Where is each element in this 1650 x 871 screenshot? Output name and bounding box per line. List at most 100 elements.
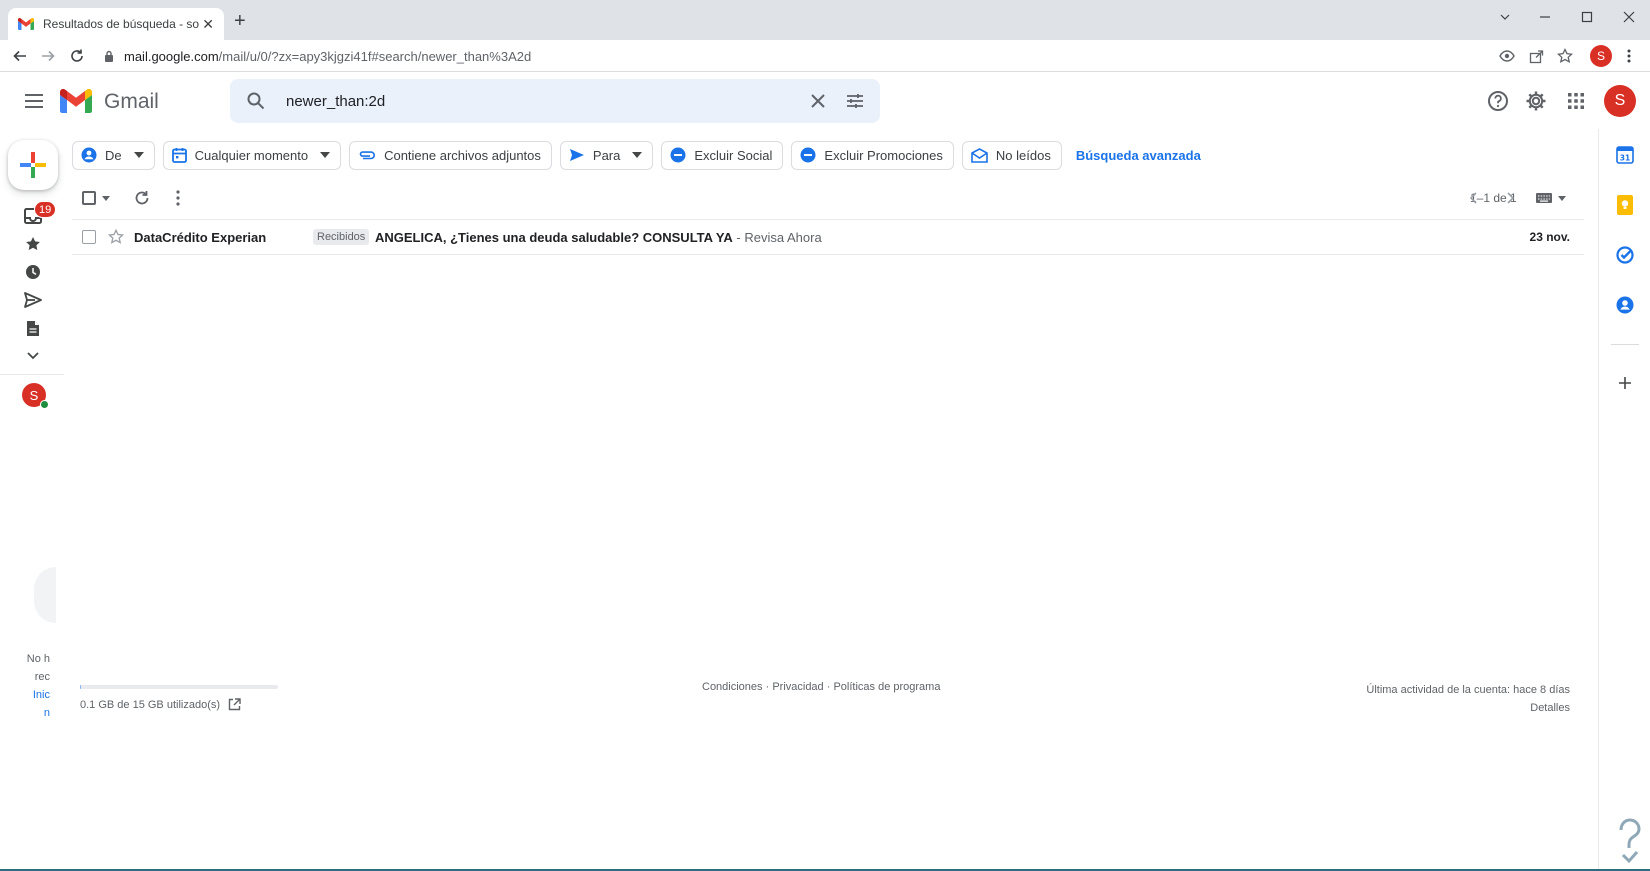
draft-icon[interactable] xyxy=(22,317,44,339)
chat-empty-text-2: rec xyxy=(34,671,50,683)
chip-has-attachment[interactable]: Contiene archivos adjuntos xyxy=(349,140,552,170)
email-label-badge[interactable]: Recibidos xyxy=(313,229,370,245)
chevron-down-icon[interactable] xyxy=(22,345,44,367)
apps-grid-icon[interactable] xyxy=(1564,89,1588,113)
side-panel: 31 xyxy=(1598,129,1650,871)
reload-icon[interactable] xyxy=(65,44,89,68)
clear-search-icon[interactable] xyxy=(810,93,826,109)
account-avatar[interactable]: S xyxy=(1604,85,1636,117)
chip-exclude-promotions-label: Excluir Promociones xyxy=(824,147,943,163)
keyboard-icon[interactable] xyxy=(1536,193,1552,203)
email-row-checkbox[interactable] xyxy=(82,230,96,244)
chip-any-time-label: Cualquier momento xyxy=(194,147,309,163)
chip-unread-label: No leídos xyxy=(995,147,1051,163)
help-icon[interactable] xyxy=(1486,89,1510,113)
account-activity: Última actividad de la cuenta: hace 8 dí… xyxy=(1366,681,1570,717)
last-activity-text: Última actividad de la cuenta: hace 8 dí… xyxy=(1366,684,1570,696)
tab-close-icon[interactable]: ✕ xyxy=(202,17,214,31)
gmail-favicon-icon xyxy=(18,18,34,30)
footer-links[interactable]: Condiciones · Privacidad · Políticas de … xyxy=(702,681,940,693)
eye-icon[interactable] xyxy=(1498,47,1516,65)
watermark-logo-icon xyxy=(1619,818,1641,864)
tab-title: Resultados de búsqueda - solvetic xyxy=(43,17,199,31)
next-page-chevron-icon[interactable] xyxy=(1506,192,1514,204)
tasks-icon[interactable] xyxy=(1614,244,1636,266)
email-subject-text: ANGELICA, ¿Tienes una deuda saludable? C… xyxy=(375,229,733,245)
inbox-unread-badge: 19 xyxy=(34,201,57,218)
online-status-dot xyxy=(40,400,49,409)
external-link-icon[interactable] xyxy=(228,698,241,711)
chip-exclude-social[interactable]: Excluir Social xyxy=(661,140,784,170)
email-date: 23 nov. xyxy=(1529,230,1570,244)
search-icon[interactable] xyxy=(246,91,266,111)
input-tools-dropdown-icon[interactable] xyxy=(1558,196,1566,201)
share-icon[interactable] xyxy=(1527,47,1545,65)
email-sender: DataCrédito Experian xyxy=(134,229,267,245)
star-icon[interactable] xyxy=(22,233,44,255)
caret-down-icon xyxy=(133,152,144,158)
gmail-logo-icon[interactable] xyxy=(60,89,92,113)
chat-placeholder-illustration xyxy=(34,567,56,623)
chip-to[interactable]: Para xyxy=(559,140,654,170)
activity-details-link[interactable]: Detalles xyxy=(1366,699,1570,717)
star-outline-icon[interactable] xyxy=(108,229,124,245)
chat-empty-text-1: No h xyxy=(26,653,50,665)
compose-plus-icon xyxy=(20,152,46,178)
select-dropdown-icon[interactable] xyxy=(102,196,110,201)
chat-start-link-2[interactable]: n xyxy=(0,707,50,719)
prev-page-chevron-icon[interactable] xyxy=(1470,192,1478,204)
chip-any-time[interactable]: Cualquier momento xyxy=(162,140,342,170)
storage-info: 0.1 GB de 15 GB utilizado(s) xyxy=(80,698,241,711)
more-options-icon[interactable] xyxy=(176,190,180,206)
url-path: /mail/u/0/?zx=apy3kjgzi41f#search/newer_… xyxy=(218,48,532,64)
caret-down-icon xyxy=(320,152,331,158)
chat-start-link[interactable]: Inic xyxy=(0,689,50,701)
chip-from[interactable]: De xyxy=(72,140,155,170)
contacts-icon[interactable] xyxy=(1614,294,1636,316)
refresh-icon[interactable] xyxy=(134,190,150,206)
back-arrow-icon[interactable] xyxy=(8,44,32,68)
list-toolbar: 1–1 de 1 xyxy=(72,185,1582,211)
window-maximize-icon[interactable] xyxy=(1564,4,1610,30)
calendar-icon[interactable]: 31 xyxy=(1614,144,1636,166)
address-bar[interactable]: mail.google.com/mail/u/0/?zx=apy3kjgzi41… xyxy=(96,43,1576,69)
url-host: mail.google.com xyxy=(124,48,219,64)
new-tab-icon[interactable]: + xyxy=(234,11,246,31)
chip-to-label: Para xyxy=(592,147,621,163)
search-input[interactable]: newer_than:2d xyxy=(286,93,810,110)
window-min-icon[interactable] xyxy=(1522,4,1568,30)
profile-avatar[interactable]: S xyxy=(1590,45,1612,67)
browser-tab[interactable]: Resultados de búsqueda - solvetic ✕ xyxy=(8,8,224,40)
search-options-icon[interactable] xyxy=(846,93,864,109)
search-bar[interactable]: newer_than:2d xyxy=(230,79,880,123)
gmail-header: Gmail newer_than:2d S xyxy=(0,73,1650,129)
person-circle-icon xyxy=(81,147,97,163)
forward-arrow-icon[interactable] xyxy=(36,44,60,68)
search-chips: De Cualquier momento Contiene archivos a… xyxy=(72,140,1201,170)
send-icon[interactable] xyxy=(22,289,44,311)
email-row[interactable]: DataCrédito Experian Recibidos ANGELICA,… xyxy=(72,219,1584,255)
bookmark-star-icon[interactable] xyxy=(1556,47,1574,65)
browser-menu-icon[interactable] xyxy=(1620,47,1638,65)
calendar-icon xyxy=(171,148,187,163)
chip-exclude-social-label: Excluir Social xyxy=(694,147,773,163)
storage-usage-fill xyxy=(80,685,82,689)
keep-icon[interactable] xyxy=(1614,194,1636,216)
minus-circle-icon xyxy=(800,147,816,163)
url-text: mail.google.com/mail/u/0/?zx=apy3kjgzi41… xyxy=(124,49,531,64)
send-icon xyxy=(569,149,584,161)
hamburger-menu-icon[interactable] xyxy=(22,89,46,113)
minus-circle-icon xyxy=(670,147,686,163)
chip-unread[interactable]: No leídos xyxy=(961,140,1062,170)
plus-icon[interactable] xyxy=(1614,372,1636,394)
settings-gear-icon[interactable] xyxy=(1524,89,1548,113)
chip-exclude-promotions[interactable]: Excluir Promociones xyxy=(791,140,954,170)
compose-button[interactable] xyxy=(8,140,58,190)
clock-icon[interactable] xyxy=(22,261,44,283)
gmail-wordmark[interactable]: Gmail xyxy=(104,90,159,114)
chip-from-label: De xyxy=(105,147,122,163)
window-close-icon[interactable] xyxy=(1606,4,1650,30)
storage-usage-bar xyxy=(80,685,278,689)
advanced-search-link[interactable]: Búsqueda avanzada xyxy=(1076,148,1201,163)
select-all-checkbox[interactable] xyxy=(82,191,96,205)
